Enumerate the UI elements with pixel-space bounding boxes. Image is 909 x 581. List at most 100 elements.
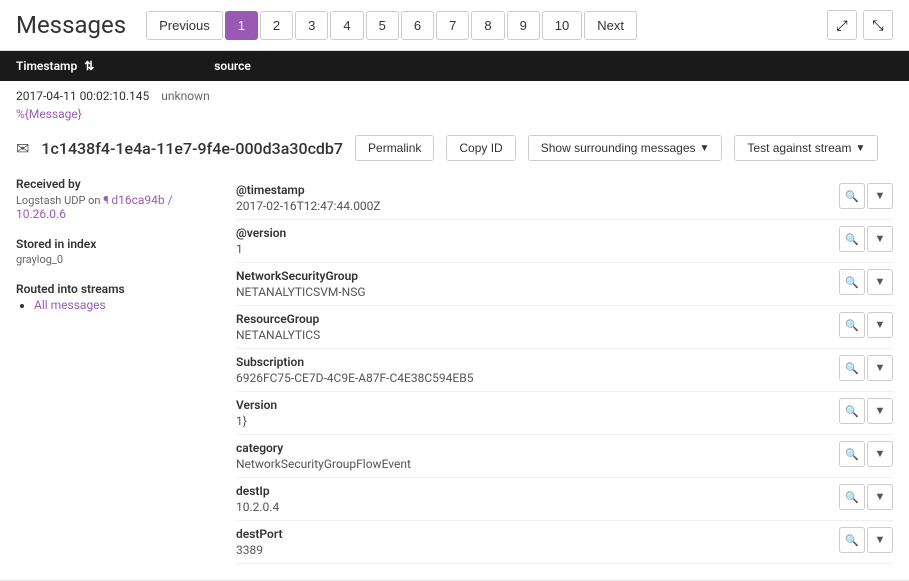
field-value: 10.2.0.4 <box>236 500 831 514</box>
field-name: Subscription <box>236 355 831 369</box>
stream-link[interactable]: All messages <box>34 298 106 312</box>
field-name: NetworkSecurityGroup <box>236 269 831 283</box>
expand-icon[interactable]: ⤢ <box>827 10 857 40</box>
magnify-icon[interactable]: 🔍 <box>839 355 865 381</box>
message-meta: 2017-04-11 00:02:10.145 unknown <box>0 81 909 107</box>
received-by-group: Received by Logstash UDP on ¶ d16ca94b /… <box>16 177 216 221</box>
magnify-icon[interactable]: 🔍 <box>839 527 865 553</box>
field-row: destIp 10.2.0.4 🔍▼ <box>236 478 893 521</box>
sort-icon[interactable]: ⇅ <box>84 59 94 73</box>
field-dropdown-icon[interactable]: ▼ <box>867 183 893 209</box>
field-dropdown-icon[interactable]: ▼ <box>867 398 893 424</box>
field-row: Subscription 6926FC75-CE7D-4C9E-A87F-C4E3… <box>236 349 893 392</box>
magnify-icon[interactable]: 🔍 <box>839 183 865 209</box>
pagination-previous[interactable]: Previous <box>146 11 223 40</box>
field-row: Version1} 🔍▼ <box>236 392 893 435</box>
field-name: @timestamp <box>236 183 831 197</box>
copy-id-button[interactable]: Copy ID <box>446 135 515 161</box>
field-actions: 🔍▼ <box>839 441 893 467</box>
field-value: NETANALYTICS <box>236 328 831 342</box>
pagination-page-9[interactable]: 9 <box>507 11 540 40</box>
caret-down-icon: ▼ <box>700 143 710 154</box>
field-value: 3389 <box>236 543 831 557</box>
message-source: unknown <box>161 89 209 103</box>
pagination-page-2[interactable]: 2 <box>260 11 293 40</box>
field-value: 1 <box>236 242 831 256</box>
field-name: Version <box>236 398 831 412</box>
field-row: NetworkSecurityGroup NETANALYTICSVM-NSG 🔍▼ <box>236 263 893 306</box>
field-content: destPort 3389 <box>236 527 831 557</box>
field-content: NetworkSecurityGroup NETANALYTICSVM-NSG <box>236 269 831 299</box>
page-header: Messages Previous 1 2 3 4 5 6 7 8 9 10 N… <box>0 0 909 51</box>
magnify-icon[interactable]: 🔍 <box>839 441 865 467</box>
field-row: @version1 🔍▼ <box>236 220 893 263</box>
pagination-page-3[interactable]: 3 <box>295 11 328 40</box>
pagination-page-6[interactable]: 6 <box>401 11 434 40</box>
field-dropdown-icon[interactable]: ▼ <box>867 441 893 467</box>
received-by-value: Logstash UDP on ¶ d16ca94b / 10.26.0.6 <box>16 193 216 221</box>
field-actions: 🔍▼ <box>839 527 893 553</box>
field-dropdown-icon[interactable]: ▼ <box>867 527 893 553</box>
pagination-page-8[interactable]: 8 <box>471 11 504 40</box>
field-content: Version1} <box>236 398 831 428</box>
stream-list: All messages <box>16 298 216 313</box>
field-name: destPort <box>236 527 831 541</box>
field-content: @version1 <box>236 226 831 256</box>
field-content: ResourceGroupNETANALYTICS <box>236 312 831 342</box>
pagination-next[interactable]: Next <box>584 11 637 40</box>
field-row: ResourceGroupNETANALYTICS 🔍▼ <box>236 306 893 349</box>
message-tag[interactable]: %{Message} <box>0 107 909 127</box>
pagination-page-5[interactable]: 5 <box>366 11 399 40</box>
pagination: Previous 1 2 3 4 5 6 7 8 9 10 Next <box>146 11 637 40</box>
field-dropdown-icon[interactable]: ▼ <box>867 312 893 338</box>
pagination-page-10[interactable]: 10 <box>542 11 582 40</box>
field-content: destIp 10.2.0.4 <box>236 484 831 514</box>
field-actions: 🔍▼ <box>839 398 893 424</box>
field-dropdown-icon[interactable]: ▼ <box>867 484 893 510</box>
routed-label: Routed into streams <box>16 282 216 296</box>
right-panel: @timestamp2017-02-16T12:47:44.000Z🔍▼@ver… <box>236 177 893 564</box>
stored-value: graylog_0 <box>16 253 216 266</box>
field-value: NETANALYTICSVM-NSG <box>236 285 831 299</box>
magnify-icon[interactable]: 🔍 <box>839 269 865 295</box>
field-name: destIp <box>236 484 831 498</box>
field-value: 6926FC75-CE7D-4C9E-A87F-C4E38C594EB5 <box>236 371 831 385</box>
received-by-label: Received by <box>16 177 216 191</box>
field-dropdown-icon[interactable]: ▼ <box>867 355 893 381</box>
table-header: Timestamp ⇅ source <box>0 51 909 81</box>
pagination-page-7[interactable]: 7 <box>436 11 469 40</box>
header-actions: ⤢ ⤡ <box>827 10 893 40</box>
field-name: category <box>236 441 831 455</box>
magnify-icon[interactable]: 🔍 <box>839 226 865 252</box>
permalink-button[interactable]: Permalink <box>355 135 434 161</box>
stored-in-index-group: Stored in index graylog_0 <box>16 237 216 266</box>
magnify-icon[interactable]: 🔍 <box>839 484 865 510</box>
field-actions: 🔍▼ <box>839 269 893 295</box>
envelope-icon: ✉ <box>16 139 29 158</box>
surrounding-messages-button[interactable]: Show surrounding messages ▼ <box>528 135 723 161</box>
pagination-page-1[interactable]: 1 <box>225 11 258 40</box>
field-value: NetworkSecurityGroupFlowEvent <box>236 457 831 471</box>
field-actions: 🔍▼ <box>839 355 893 381</box>
test-against-stream-button[interactable]: Test against stream ▼ <box>734 135 878 161</box>
col-source: source <box>214 59 251 73</box>
field-content: Subscription 6926FC75-CE7D-4C9E-A87F-C4E3… <box>236 355 831 385</box>
magnify-icon[interactable]: 🔍 <box>839 312 865 338</box>
fields-container: Received by Logstash UDP on ¶ d16ca94b /… <box>0 171 909 580</box>
field-dropdown-icon[interactable]: ▼ <box>867 269 893 295</box>
message-timestamp: 2017-04-11 00:02:10.145 <box>16 89 149 103</box>
field-value: 2017-02-16T12:47:44.000Z <box>236 199 831 213</box>
field-content: category NetworkSecurityGroupFlowEvent <box>236 441 831 471</box>
fullscreen-icon[interactable]: ⤡ <box>863 10 893 40</box>
field-row: category NetworkSecurityGroupFlowEvent 🔍▼ <box>236 435 893 478</box>
field-dropdown-icon[interactable]: ▼ <box>867 226 893 252</box>
message-id-row: ✉ 1c1438f4-1e4a-11e7-9f4e-000d3a30cdb7 P… <box>0 127 909 171</box>
magnify-icon[interactable]: 🔍 <box>839 398 865 424</box>
field-content: @timestamp 2017-02-16T12:47:44.000Z <box>236 183 831 213</box>
pagination-page-4[interactable]: 4 <box>330 11 363 40</box>
field-actions: 🔍▼ <box>839 484 893 510</box>
field-actions: 🔍▼ <box>839 226 893 252</box>
message-row: 2017-04-11 00:02:10.145 unknown %{Messag… <box>0 81 909 581</box>
caret-down-icon: ▼ <box>855 143 865 154</box>
field-actions: 🔍▼ <box>839 312 893 338</box>
